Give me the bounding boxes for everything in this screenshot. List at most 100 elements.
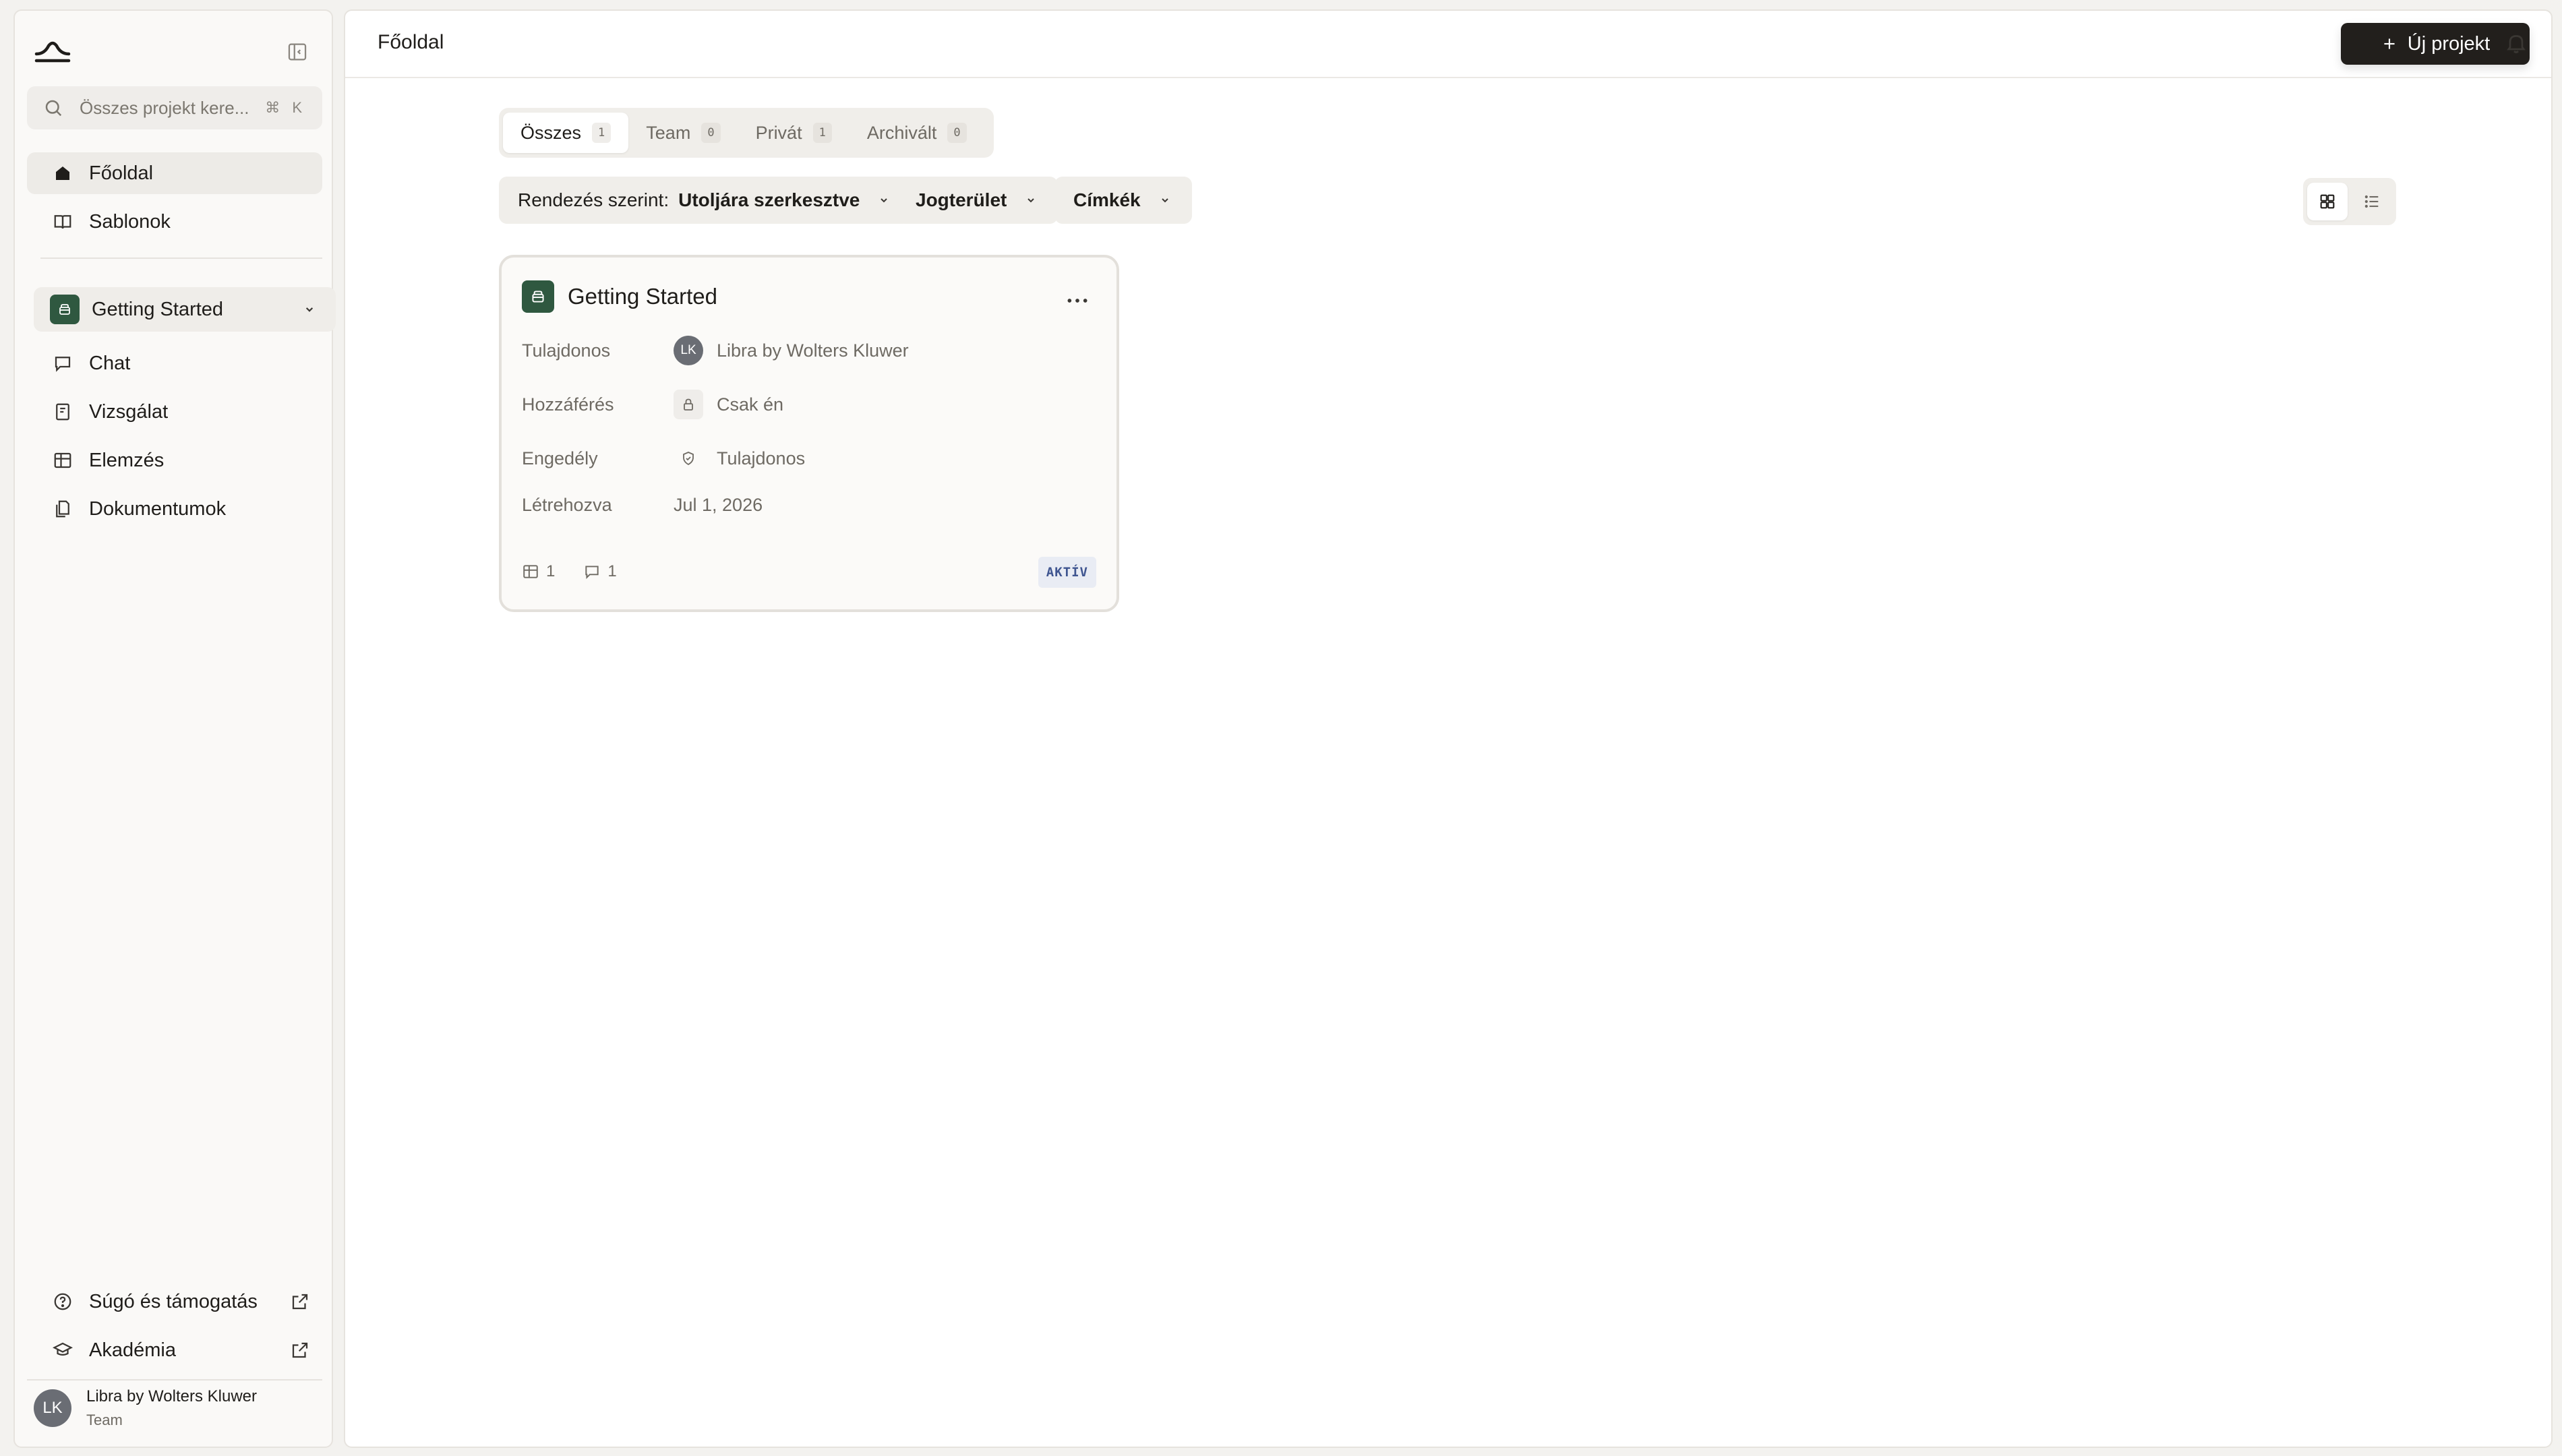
new-project-button[interactable]: Új projekt: [2341, 23, 2530, 65]
chevron-down-icon: [1157, 192, 1173, 208]
grid-view-button[interactable]: [2307, 183, 2348, 220]
permission-label: Engedély: [522, 448, 598, 468]
page-title: Főoldal: [378, 31, 444, 53]
project-badge-icon: [522, 280, 554, 313]
sidebar-item-chat[interactable]: Chat: [27, 342, 336, 384]
table-icon: [53, 450, 73, 471]
access-label: Hozzáférés: [522, 394, 614, 415]
status-badge: AKTÍV: [1038, 557, 1096, 588]
search-input[interactable]: Összes projekt kere... ⌘ K: [27, 86, 322, 129]
project-selector-name: Getting Started: [92, 298, 224, 320]
owner-row: Tulajdonos LK Libra by Wolters Kluwer: [522, 336, 909, 365]
sidebar-item-academy[interactable]: Akadémia: [27, 1329, 336, 1371]
avatar: LK: [674, 336, 703, 365]
access-row: Hozzáférés Csak én: [522, 390, 783, 419]
card-title: Getting Started: [568, 284, 717, 309]
chevron-down-icon: [876, 192, 892, 208]
sidebar-item-label: Akadémia: [89, 1339, 176, 1361]
jurisdiction-dropdown[interactable]: Jogterület: [897, 177, 1059, 224]
chat-icon: [53, 353, 73, 373]
list-icon: [2362, 192, 2381, 211]
project-card[interactable]: Getting Started Tulajdonos LK Libra by W…: [499, 255, 1119, 612]
sidebar-item-help[interactable]: Súgó és támogatás: [27, 1281, 336, 1323]
owner-value: Libra by Wolters Kluwer: [717, 340, 909, 361]
tags-label: Címkék: [1073, 189, 1141, 210]
card-header: Getting Started: [522, 280, 717, 313]
sidebar-item-label: Elemzés: [89, 449, 165, 471]
project-selector[interactable]: Getting Started: [34, 287, 336, 332]
sort-value: Utoljára szerkesztve: [678, 189, 860, 210]
review-icon: [53, 402, 73, 422]
external-link-icon: [290, 1292, 310, 1312]
shield-check-icon: [674, 444, 703, 473]
tab-label: Összes: [520, 122, 582, 143]
search-placeholder: Összes projekt kere...: [80, 97, 249, 118]
table-count: 1: [546, 562, 556, 580]
main-panel: Főoldal Új projekt Összes 1 Team 0 Privá…: [344, 9, 2553, 1448]
external-link-icon: [290, 1340, 310, 1360]
sidebar-item-analysis[interactable]: Elemzés: [27, 439, 336, 481]
grid-icon: [2318, 192, 2337, 211]
permission-row: Engedély Tulajdonos: [522, 444, 805, 473]
tab-count: 1: [812, 123, 832, 143]
more-options-icon[interactable]: [1064, 287, 1091, 314]
tab-archived[interactable]: Archivált 0: [850, 113, 984, 153]
tab-private[interactable]: Privát 1: [738, 113, 850, 153]
user-profile[interactable]: LK Libra by Wolters Kluwer Team: [34, 1387, 257, 1429]
sidebar-item-label: Sablonok: [89, 210, 171, 233]
documents-icon: [53, 499, 73, 519]
created-row: Létrehozva Jul 1, 2026: [522, 495, 763, 516]
permission-value: Tulajdonos: [717, 448, 806, 468]
lock-icon: [674, 390, 703, 419]
owner-label: Tulajdonos: [522, 340, 611, 361]
app-window: Összes projekt kere... ⌘ K Főoldal Sablo…: [0, 0, 2562, 1456]
collapse-sidebar-icon[interactable]: [286, 40, 309, 63]
sort-prefix: Rendezés szerint:: [518, 189, 669, 210]
tab-count: 0: [947, 123, 967, 143]
tab-label: Privát: [755, 122, 802, 143]
chat-icon: [583, 563, 601, 580]
sort-dropdown[interactable]: Rendezés szerint: Utoljára szerkesztve: [499, 177, 912, 224]
list-view-button[interactable]: [2352, 183, 2392, 220]
sidebar-item-home[interactable]: Főoldal: [27, 152, 322, 194]
tab-team[interactable]: Team 0: [628, 113, 738, 153]
sidebar-item-label: Vizsgálat: [89, 400, 169, 423]
table-icon: [522, 563, 539, 580]
libra-logo-icon[interactable]: [34, 38, 71, 65]
tab-label: Team: [646, 122, 691, 143]
view-toggle: [2303, 178, 2396, 225]
sidebar-item-label: Főoldal: [89, 162, 154, 184]
new-project-label: Új projekt: [2407, 32, 2491, 55]
project-tabs: Összes 1 Team 0 Privát 1 Archivált 0: [499, 108, 994, 158]
home-icon: [53, 163, 73, 183]
chevron-down-icon: [301, 301, 318, 318]
topbar: Főoldal Új projekt: [345, 11, 2551, 78]
sidebar-item-label: Dokumentumok: [89, 497, 227, 520]
created-label: Létrehozva: [522, 495, 612, 515]
search-icon: [43, 98, 63, 118]
tab-label: Archivált: [866, 122, 937, 143]
tab-all[interactable]: Összes 1: [503, 113, 629, 153]
tags-dropdown[interactable]: Címkék: [1054, 177, 1192, 224]
sidebar-item-documents[interactable]: Dokumentumok: [27, 488, 336, 530]
created-value: Jul 1, 2026: [674, 495, 763, 515]
chat-count: 1: [607, 562, 617, 580]
chevron-down-icon: [1023, 192, 1039, 208]
book-icon: [53, 212, 73, 232]
sidebar-divider: [27, 1379, 322, 1381]
academy-icon: [53, 1340, 73, 1360]
access-value: Csak én: [717, 394, 784, 415]
help-icon: [53, 1292, 73, 1312]
sidebar-item-templates[interactable]: Sablonok: [27, 201, 336, 243]
sidebar-item-review[interactable]: Vizsgálat: [27, 391, 336, 433]
user-name: Libra by Wolters Kluwer: [86, 1387, 257, 1405]
sidebar: Összes projekt kere... ⌘ K Főoldal Sablo…: [13, 9, 336, 1448]
bell-icon[interactable]: [2504, 31, 2528, 55]
search-shortcut: ⌘ K: [265, 99, 306, 116]
sidebar-divider: [40, 257, 322, 259]
avatar: LK: [34, 1389, 71, 1427]
tab-count: 1: [592, 123, 612, 143]
plus-icon: [2381, 35, 2398, 53]
sidebar-item-label: Súgó és támogatás: [89, 1290, 258, 1312]
jurisdiction-label: Jogterület: [916, 189, 1007, 210]
